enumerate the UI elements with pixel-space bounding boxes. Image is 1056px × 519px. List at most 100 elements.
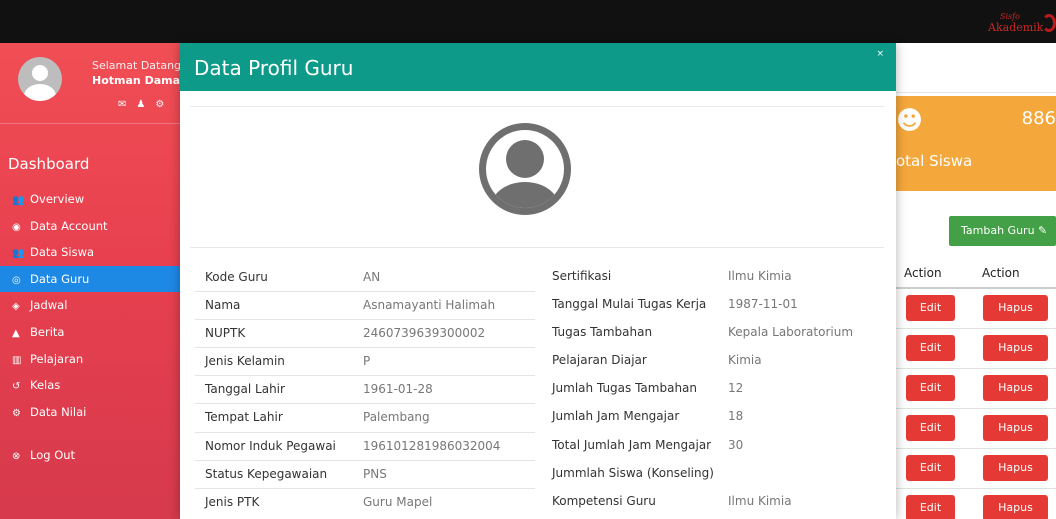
top-navbar: Sisfo Akademik — [0, 0, 1056, 43]
modal-header: Data Profil Guru × — [180, 43, 896, 91]
delete-button[interactable]: Hapus — [983, 335, 1048, 361]
field-value: 18 — [728, 409, 744, 424]
profile-row: Jenis Kelamin P — [195, 348, 535, 377]
sidebar-item-data-nilai[interactable]: ⚙ Data Nilai — [0, 399, 180, 426]
field-value: Palembang — [363, 410, 430, 425]
delete-button[interactable]: Hapus — [983, 375, 1048, 401]
envelope-icon[interactable]: ✉ — [118, 99, 136, 110]
profile-modal: Data Profil Guru × Kode Guru AN Nama Asnam… — [180, 43, 896, 519]
avatar — [18, 57, 62, 101]
profile-row: Tanggal Lahir 1961-01-28 — [195, 376, 535, 405]
sidebar-item-label: Data Account — [30, 218, 108, 233]
edit-button[interactable]: Edit — [906, 455, 955, 481]
edit-button[interactable]: Edit — [906, 415, 955, 441]
field-label: Jenis PTK — [205, 494, 260, 509]
delete-button[interactable]: Hapus — [983, 495, 1048, 519]
sidebar-item-label: Kelas — [30, 378, 61, 393]
profile-row: Jumlah Jam Mengajar 18 — [540, 404, 880, 432]
divider — [190, 106, 884, 107]
sidebar-item-label: Data Guru — [30, 271, 90, 286]
column-header-action: Action — [982, 266, 1020, 280]
user-icon[interactable]: ♟ — [136, 99, 155, 110]
users-icon: 👥 — [12, 195, 25, 206]
profile-row: Kompetensi Guru Ilmu Kimia — [540, 489, 880, 517]
profile-row: Jenis PTK Guru Mapel — [195, 489, 535, 517]
close-icon[interactable]: × — [876, 49, 884, 59]
divider — [0, 123, 180, 124]
sidebar-item-logout[interactable]: ⊗ Log Out — [0, 442, 180, 469]
gear-icon: ⚙ — [12, 407, 21, 419]
profile-row: Tanggal Mulai Tugas Kerja 1987-11-01 — [540, 292, 880, 320]
field-label: Tugas Tambahan — [552, 325, 653, 340]
sidebar-item-label: Jadwal — [30, 298, 68, 313]
users-icon: ☻ — [896, 106, 924, 136]
edit-icon: ✎ — [1038, 224, 1048, 237]
table-row: Edit Hapus — [896, 489, 1056, 519]
field-value: 30 — [728, 437, 744, 452]
profile-row: Nomor Induk Pegawai 196101281986032004 — [195, 433, 535, 461]
edit-button[interactable]: Edit — [906, 295, 955, 321]
profile-row: NUPTK 2460739639300002 — [195, 320, 535, 349]
profile-row: Tempat Lahir Palembang — [195, 404, 535, 433]
edit-button[interactable]: Edit — [906, 375, 955, 401]
add-guru-button[interactable]: Tambah Guru ✎ — [949, 216, 1056, 246]
field-label: Jumlah Jam Mengajar — [552, 409, 680, 424]
field-label: Jenis Kelamin — [205, 354, 285, 369]
field-value: AN — [363, 270, 381, 284]
profile-row: Sertifikasi Ilmu Kimia — [540, 264, 880, 292]
profile-row: Kode Guru AN — [195, 264, 535, 293]
field-label: Kode Guru — [205, 270, 268, 284]
field-label: Nama — [205, 298, 241, 313]
sidebar-item-data-guru[interactable]: ◎ Data Guru — [0, 265, 180, 293]
field-value: Ilmu Kimia — [728, 269, 792, 283]
profile-picture — [479, 123, 571, 215]
content-header — [896, 43, 1056, 93]
table-row: Edit Hapus — [896, 329, 1056, 369]
delete-button[interactable]: Hapus — [983, 415, 1048, 441]
sidebar-item-berita[interactable]: ▲ Berita — [0, 319, 180, 346]
sidebar-item-label: Data Nilai — [30, 404, 87, 419]
field-value: 1987-11-01 — [728, 297, 798, 312]
modal-title: Data Profil Guru — [194, 56, 354, 80]
field-label: NUPTK — [205, 326, 246, 341]
table-row: Edit Hapus — [896, 409, 1056, 449]
sidebar-item-data-account[interactable]: ◉ Data Account — [0, 213, 180, 240]
edit-button[interactable]: Edit — [906, 335, 955, 361]
sidebar-item-label: Overview — [30, 192, 85, 206]
close-circle-icon: ⊗ — [12, 451, 21, 463]
sidebar-item-data-siswa[interactable]: 👥 Data Siswa — [0, 239, 180, 266]
field-value: 2460739639300002 — [363, 326, 486, 341]
stat-value: 886 — [1021, 108, 1056, 129]
table-row: Edit Hapus — [896, 369, 1056, 409]
sidebar-menu: 👥 Overview ◉ Data Account 👥 Data Siswa ◎ Dat… — [0, 186, 180, 469]
profile-row: Status Kepegawaian PNS — [195, 461, 535, 489]
field-label: Tanggal Mulai Tugas Kerja — [552, 297, 707, 312]
eye-icon: ◉ — [12, 221, 21, 233]
profile-row: Nama Asnamayanti Halimah — [195, 292, 535, 321]
delete-button[interactable]: Hapus — [983, 295, 1048, 321]
edit-button[interactable]: Edit — [906, 495, 955, 519]
brand-logo[interactable]: Sisfo Akademik — [976, 8, 1056, 36]
user-actions: ✉♟⚙ — [118, 99, 174, 110]
field-label: Tempat Lahir — [205, 410, 283, 425]
sidebar-section-title: Dashboard — [8, 155, 90, 173]
sidebar-item-pelajaran[interactable]: ▥ Pelajaran — [0, 346, 180, 373]
users-icon: 👥 — [12, 248, 25, 260]
field-label: Nomor Induk Pegawai — [205, 438, 336, 453]
field-value: Guru Mapel — [363, 494, 433, 509]
delete-button[interactable]: Hapus — [983, 455, 1048, 481]
diamond-icon: ◈ — [12, 301, 20, 313]
sidebar-item-jadwal[interactable]: ◈ Jadwal — [0, 292, 180, 319]
stat-card-siswa: ☻ 886 otal Siswa — [896, 96, 1056, 191]
profile-table-left: Kode Guru AN Nama Asnamayanti Halimah NUPT… — [195, 264, 535, 517]
sidebar-item-label: Log Out — [30, 448, 76, 463]
gear-icon[interactable]: ⚙ — [155, 99, 174, 110]
field-label: Tanggal Lahir — [205, 382, 285, 397]
field-value: PNS — [363, 466, 387, 481]
brand-line2: Akademik — [988, 21, 1044, 34]
sidebar-item-overview[interactable]: 👥 Overview — [0, 186, 180, 213]
welcome-text: Selamat Datang — [92, 59, 180, 72]
field-label: Jumlah Tugas Tambahan — [552, 381, 698, 396]
field-value: Kimia — [728, 353, 762, 368]
sidebar-item-kelas[interactable]: ↺ Kelas — [0, 372, 180, 399]
